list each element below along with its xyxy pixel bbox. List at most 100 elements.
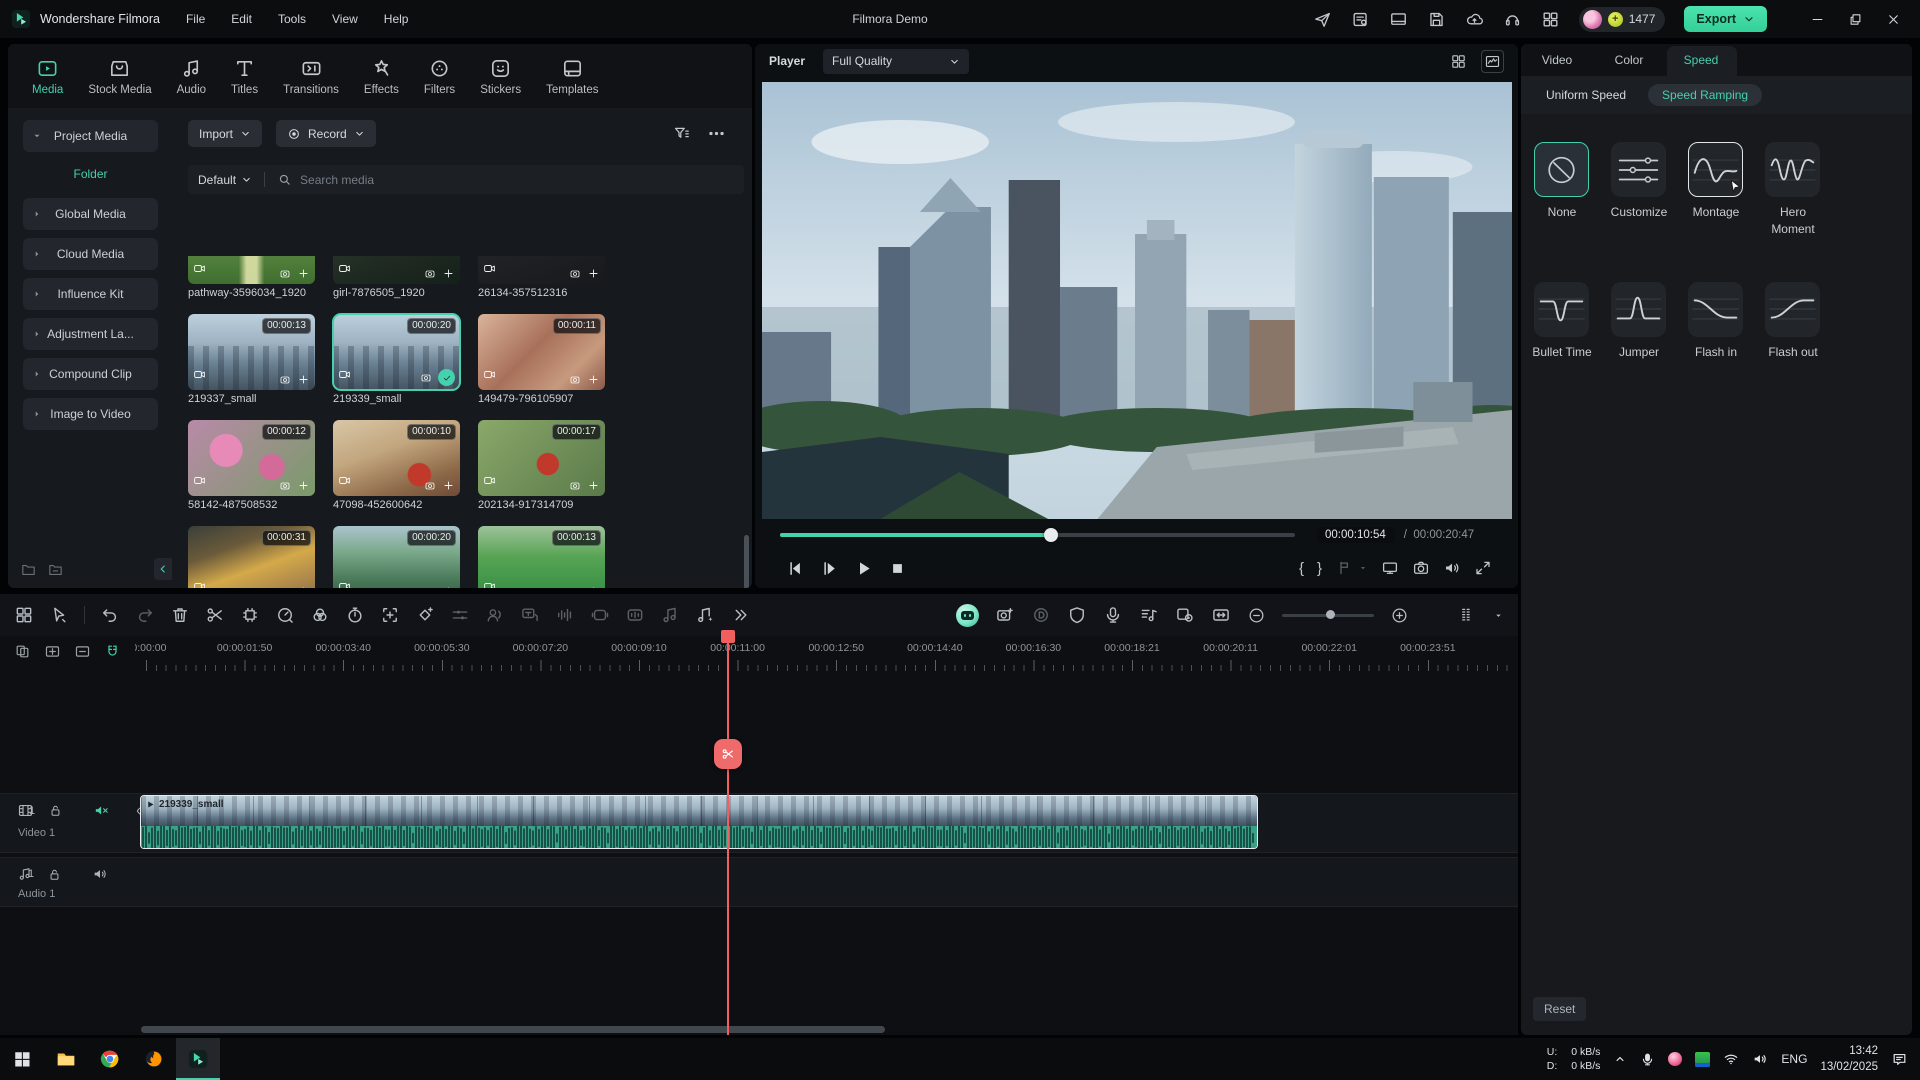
select-pointer-icon[interactable]	[49, 605, 69, 625]
seek-bar[interactable]	[780, 533, 1295, 537]
minimize-button[interactable]	[1800, 4, 1834, 34]
tab-audio[interactable]: Audio	[177, 57, 206, 96]
tab-video[interactable]: Video	[1521, 53, 1593, 67]
clip-preview-icon[interactable]	[1175, 605, 1195, 625]
marker-flag-icon[interactable]	[1335, 559, 1353, 577]
dual-display-icon[interactable]	[1381, 559, 1399, 577]
language-indicator[interactable]: ENG	[1781, 1052, 1807, 1066]
seek-handle[interactable]	[1044, 528, 1058, 542]
add-to-timeline-icon[interactable]	[297, 585, 310, 588]
add-to-timeline-icon[interactable]	[587, 585, 600, 588]
play-icon[interactable]	[853, 558, 874, 579]
add-to-timeline-icon[interactable]	[442, 267, 455, 280]
speed-clock-icon[interactable]	[275, 605, 295, 625]
video-frame-icon[interactable]	[590, 605, 610, 625]
sidebar-item-influence-kit[interactable]: Influence Kit	[23, 278, 158, 310]
add-to-timeline-icon[interactable]	[587, 373, 600, 386]
media-thumbnail[interactable]	[333, 256, 460, 284]
search-scope-dropdown[interactable]: Default	[198, 173, 252, 187]
record-button[interactable]: Record	[276, 120, 376, 147]
menu-view[interactable]: View	[332, 12, 358, 26]
notifications-icon[interactable]	[1891, 1051, 1908, 1068]
tab-transitions[interactable]: Transitions	[283, 57, 339, 96]
ai-portrait-icon[interactable]	[956, 604, 979, 627]
media-thumbnail[interactable]: 00:00:31	[188, 526, 315, 588]
add-to-timeline-icon[interactable]	[587, 479, 600, 492]
audio-mixer-icon[interactable]	[1139, 605, 1159, 625]
tab-filters[interactable]: Filters	[424, 57, 455, 96]
montage-curve-icon[interactable]	[1688, 142, 1743, 197]
text-to-speech-icon[interactable]	[520, 605, 540, 625]
speed-preset-bullet-time[interactable]: Bullet Time	[1534, 282, 1611, 361]
menu-help[interactable]: Help	[384, 12, 409, 26]
motion-track-icon[interactable]	[380, 605, 400, 625]
sidebar-item-global-media[interactable]: Global Media	[23, 198, 158, 230]
delete-icon[interactable]	[170, 605, 190, 625]
preview-render-icon[interactable]	[1031, 605, 1051, 625]
speed-preset-jumper[interactable]: Jumper	[1611, 282, 1688, 361]
split-scissors-icon[interactable]	[205, 605, 225, 625]
add-to-timeline-icon[interactable]	[442, 585, 455, 588]
adjust-sliders-icon[interactable]	[450, 605, 470, 625]
media-item[interactable]: 00:00:13163560-828200792_small	[478, 526, 605, 588]
more-options-icon[interactable]	[703, 120, 730, 147]
menu-file[interactable]: File	[186, 12, 205, 26]
media-item[interactable]: 00:00:3187593-602317653_small	[188, 526, 315, 588]
export-button[interactable]: Export	[1684, 6, 1767, 32]
filter-icon[interactable]	[668, 120, 695, 147]
camera-snapshot-icon[interactable]	[995, 605, 1015, 625]
wifi-icon[interactable]	[1723, 1051, 1739, 1067]
media-item[interactable]: 00:00:20226324_medium	[333, 526, 460, 588]
duration-timer-icon[interactable]	[345, 605, 365, 625]
scopes-icon[interactable]	[1481, 50, 1504, 73]
tray-app-icon[interactable]	[1668, 1052, 1682, 1066]
import-button[interactable]: Import	[188, 120, 262, 147]
tab-media[interactable]: Media	[32, 57, 63, 96]
speed-preset-flash-in[interactable]: Flash in	[1688, 282, 1765, 361]
media-thumbnail[interactable]: 00:00:10	[333, 420, 460, 496]
undo-icon[interactable]	[100, 605, 120, 625]
crop-icon[interactable]	[240, 605, 260, 625]
video-preview[interactable]	[762, 82, 1512, 519]
sidebar-item-image-to-video[interactable]: Image to Video	[23, 398, 158, 430]
split-scissors-badge[interactable]	[714, 739, 742, 769]
speed-preset-montage[interactable]: Montage	[1688, 142, 1765, 238]
music-note-icon[interactable]	[660, 605, 680, 625]
sidebar-item-folder[interactable]: Folder	[23, 160, 158, 188]
save-icon[interactable]	[1427, 10, 1446, 29]
sidebar-item-adjustment-la-[interactable]: Adjustment La...	[23, 318, 158, 350]
snapshot-camera-icon[interactable]	[1412, 559, 1430, 577]
media-thumbnail[interactable]: 00:00:17	[478, 420, 605, 496]
sidebar-item-compound-clip[interactable]: Compound Clip	[23, 358, 158, 390]
add-to-timeline-icon[interactable]	[297, 479, 310, 492]
marker-icon[interactable]	[74, 643, 91, 660]
zoom-in-icon[interactable]	[1390, 606, 1409, 625]
send-share-icon[interactable]	[1313, 10, 1332, 29]
audio-person-icon[interactable]	[485, 605, 505, 625]
layout-grid-icon[interactable]	[1450, 53, 1467, 70]
marker-caret-icon[interactable]	[1358, 563, 1368, 573]
previous-frame-icon[interactable]	[785, 558, 806, 579]
close-button[interactable]	[1876, 4, 1910, 34]
timeline-ruler[interactable]: 00:00:0000:00:01:5000:00:03:4000:00:05:3…	[135, 640, 1508, 672]
tab-uniform-speed[interactable]: Uniform Speed	[1546, 88, 1626, 102]
mask-shield-icon[interactable]	[1067, 605, 1087, 625]
tab-effects[interactable]: Effects	[364, 57, 399, 96]
layout-grid-icon[interactable]	[14, 605, 34, 625]
speed-preset-flash-out[interactable]: Flash out	[1765, 282, 1842, 361]
file-explorer-icon[interactable]	[44, 1038, 88, 1080]
workspace-icon[interactable]	[1389, 10, 1408, 29]
media-thumbnail[interactable]	[188, 256, 315, 284]
media-thumbnail[interactable]: 00:00:20	[333, 314, 460, 390]
flash-in-curve-icon[interactable]	[1688, 282, 1743, 337]
audio-track-lane[interactable]: 1 Audio 1	[0, 857, 1518, 907]
duplicate-icon[interactable]	[14, 643, 31, 660]
mark-in-brace[interactable]: {	[1299, 561, 1304, 576]
timeline-clip[interactable]: 219339_small	[140, 795, 1258, 849]
media-thumbnail[interactable]	[478, 256, 605, 284]
media-item[interactable]: girl-7876505_1920	[333, 256, 460, 301]
apps-grid-icon[interactable]	[1541, 10, 1560, 29]
tab-stock-media[interactable]: Stock Media	[88, 57, 151, 96]
new-folder-icon[interactable]	[20, 561, 37, 578]
media-thumbnail[interactable]: 00:00:12	[188, 420, 315, 496]
